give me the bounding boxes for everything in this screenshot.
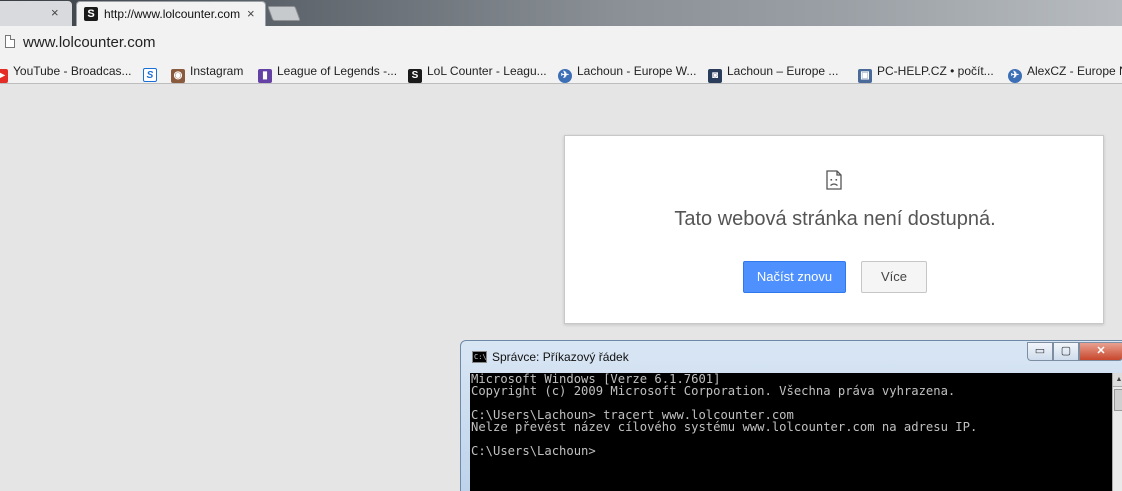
bookmark-lachoun-lolking[interactable]: ✈ Lachoun - Europe W... — [558, 63, 696, 83]
pchelp-icon: ▣ — [858, 69, 872, 83]
cmd-title: Správce: Příkazový řádek — [492, 350, 629, 364]
sad-page-icon — [826, 170, 842, 190]
console-prompt[interactable]: C:\Users\Lachoun> — [471, 445, 1112, 457]
opgg-icon: ◙ — [708, 69, 722, 83]
bookmark-lolcounter[interactable]: S LoL Counter - Leagu... — [408, 63, 547, 83]
tab-active[interactable]: S http://www.lolcounter.com × — [76, 1, 266, 26]
bookmark-instagram[interactable]: ◉ Instagram — [171, 63, 243, 83]
minimize-button[interactable]: ▭ — [1027, 342, 1053, 361]
lolking-icon: ✈ — [1008, 69, 1022, 83]
reload-button[interactable]: Načíst znovu — [743, 261, 846, 293]
lolcounter-icon: S — [84, 7, 98, 21]
tab-background[interactable]: × — [0, 1, 72, 26]
tab-close-icon[interactable]: × — [247, 7, 255, 21]
lolking-icon: ✈ — [558, 69, 572, 83]
scroll-up-icon[interactable]: ▲ — [1113, 373, 1122, 387]
maximize-button[interactable]: ▢ — [1053, 342, 1079, 361]
scroll-thumb[interactable] — [1114, 389, 1122, 411]
new-tab-button[interactable] — [267, 6, 301, 21]
error-card: Tato webová stránka není dostupná. Načís… — [564, 135, 1104, 324]
instagram-icon: ◉ — [171, 69, 185, 83]
youtube-icon: ▶ — [0, 69, 8, 83]
cmd-console[interactable]: Microsoft Windows [Verze 6.1.7601] Copyr… — [470, 373, 1112, 491]
bookmark-pc-help[interactable]: ▣ PC-HELP.CZ • počít... — [858, 63, 994, 83]
bookmark-lachoun-opgg[interactable]: ◙ Lachoun – Europe ... — [708, 63, 838, 83]
console-line: Nelze převést název cílového systému www… — [471, 420, 978, 434]
cmd-titlebar[interactable]: C:\ Správce: Příkazový řádek ▭ ▢ ✕ — [461, 341, 1122, 371]
cmd-icon: C:\ — [472, 351, 487, 363]
lolcounter-icon: S — [408, 69, 422, 83]
page-icon — [5, 35, 15, 48]
twitch-icon: ▮ — [258, 69, 272, 83]
console-line: Copyright (c) 2009 Microsoft Corporation… — [471, 384, 956, 398]
close-button[interactable]: ✕ — [1079, 342, 1122, 361]
bookmark-youtube[interactable]: ▶YouTube - Broadcas... — [0, 63, 132, 83]
s-icon: S — [143, 68, 157, 82]
tab-close-icon[interactable]: × — [51, 6, 59, 20]
cmd-scrollbar[interactable]: ▲ — [1112, 373, 1122, 491]
address-bar: www.lolcounter.com — [0, 26, 1122, 58]
tab-strip: × S http://www.lolcounter.com × — [0, 0, 1122, 26]
tab-title: http://www.lolcounter.com — [104, 7, 241, 21]
cmd-window[interactable]: C:\ Správce: Příkazový řádek ▭ ▢ ✕ Micro… — [460, 340, 1122, 491]
bookmark-s[interactable]: S — [143, 63, 162, 82]
more-button[interactable]: Více — [861, 261, 927, 293]
bookmark-league-of-legends[interactable]: ▮ League of Legends -... — [258, 63, 397, 83]
url-field[interactable]: www.lolcounter.com — [23, 34, 156, 51]
error-title: Tato webová stránka není dostupná. — [674, 208, 996, 230]
bookmark-alexcz[interactable]: ✈ AlexCZ - Europe N — [1008, 63, 1122, 83]
bookmarks-bar: ▶YouTube - Broadcas... S ◉Instagram ▮Lea… — [0, 58, 1122, 84]
